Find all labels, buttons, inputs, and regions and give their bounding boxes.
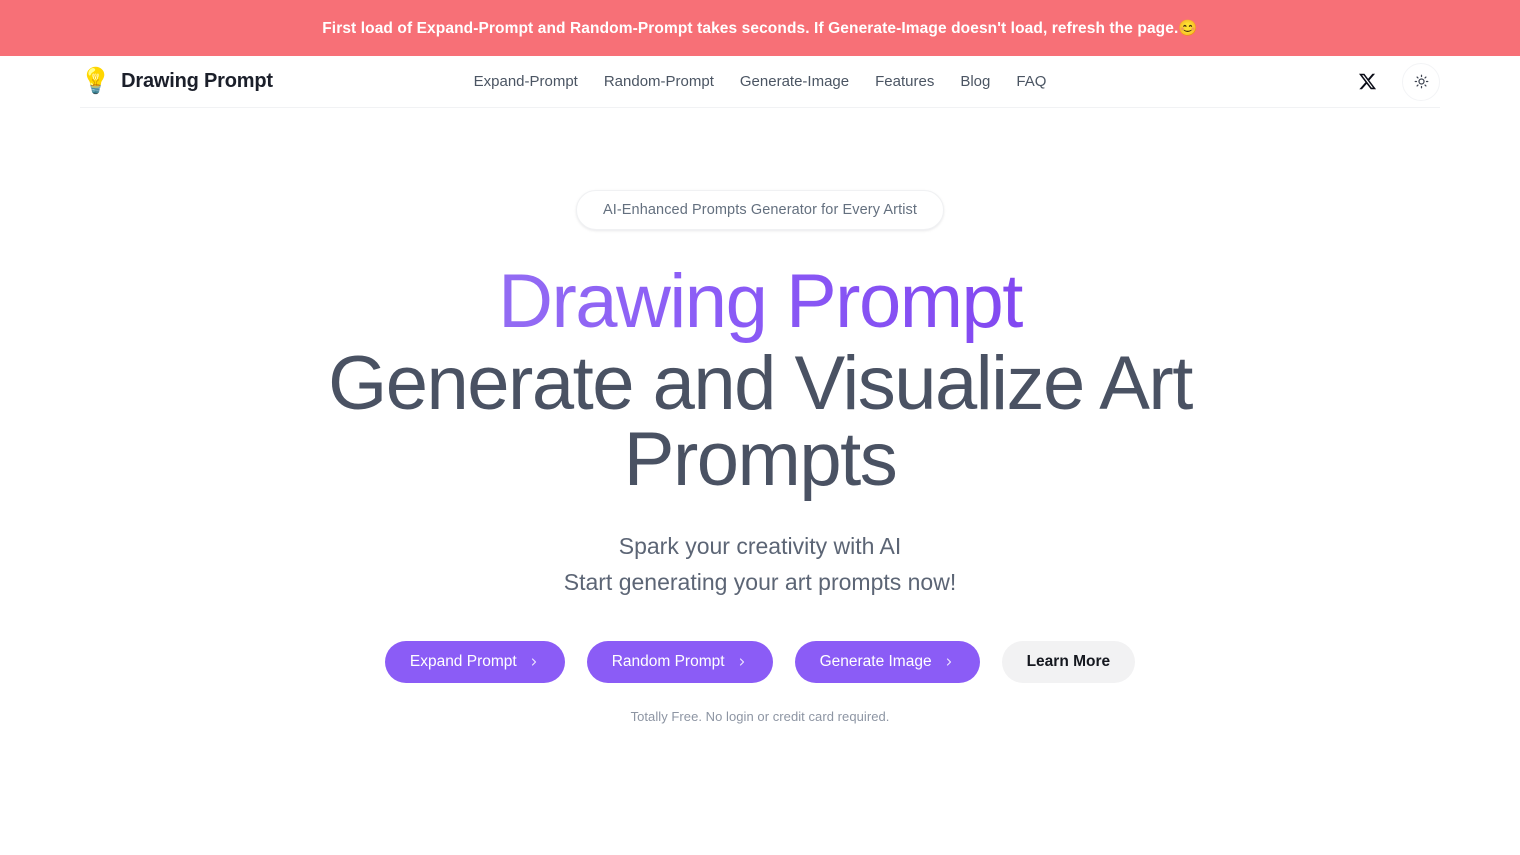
random-prompt-button-label: Random Prompt (611, 652, 725, 670)
theme-toggle-button[interactable] (1402, 62, 1440, 101)
random-prompt-button[interactable]: Random Prompt (586, 640, 773, 683)
nav-item-expand-prompt[interactable]: Expand-Prompt (474, 73, 578, 90)
page-title-main: Generate and Visualize Art Prompts (328, 341, 1193, 502)
lightbulb-icon: 💡 (80, 67, 112, 95)
page-title-accent: Drawing Prompt (280, 264, 1240, 346)
hero-cta-row: Expand Prompt Random Prompt Generate Ima… (384, 640, 1136, 683)
nav-item-random-prompt[interactable]: Random-Prompt (604, 73, 714, 90)
nav-item-generate-image[interactable]: Generate-Image (740, 73, 849, 90)
nav-item-features[interactable]: Features (875, 73, 934, 90)
sun-icon (1414, 74, 1428, 89)
site-header: 💡 Drawing Prompt Expand-Prompt Random-Pr… (0, 56, 1520, 108)
hero-subtitle: Spark your creativity with AI Start gene… (564, 528, 956, 601)
chevron-right-icon (943, 656, 955, 668)
hero-subtitle-line-1: Spark your creativity with AI (618, 533, 902, 559)
brand-name: Drawing Prompt (121, 70, 273, 92)
brand-logo-link[interactable]: 💡 Drawing Prompt (80, 69, 273, 94)
hero-badge: AI-Enhanced Prompts Generator for Every … (575, 190, 945, 230)
announcement-banner: First load of Expand-Prompt and Random-P… (0, 0, 1520, 56)
chevron-right-icon (528, 656, 540, 668)
nav-item-blog[interactable]: Blog (960, 73, 990, 90)
generate-image-button[interactable]: Generate Image (794, 640, 980, 683)
learn-more-button[interactable]: Learn More (1001, 640, 1136, 683)
hero-section: AI-Enhanced Prompts Generator for Every … (0, 108, 1520, 724)
generate-image-button-label: Generate Image (819, 652, 932, 670)
nav-item-faq[interactable]: FAQ (1016, 73, 1046, 90)
header-actions (1354, 62, 1440, 101)
main-nav: Expand-Prompt Random-Prompt Generate-Ima… (474, 73, 1047, 90)
announcement-text: First load of Expand-Prompt and Random-P… (322, 19, 1198, 37)
header-inner: 💡 Drawing Prompt Expand-Prompt Random-Pr… (80, 56, 1440, 108)
page-title: Drawing Prompt Generate and Visualize Ar… (280, 264, 1240, 498)
expand-prompt-button-label: Expand Prompt (409, 652, 517, 670)
hero-note: Totally Free. No login or credit card re… (630, 708, 890, 724)
hero-subtitle-line-2: Start generating your art prompts now! (563, 569, 957, 596)
chevron-right-icon (736, 656, 748, 668)
x-twitter-icon[interactable] (1354, 69, 1380, 95)
learn-more-button-label: Learn More (1026, 652, 1111, 670)
expand-prompt-button[interactable]: Expand Prompt (384, 640, 565, 683)
